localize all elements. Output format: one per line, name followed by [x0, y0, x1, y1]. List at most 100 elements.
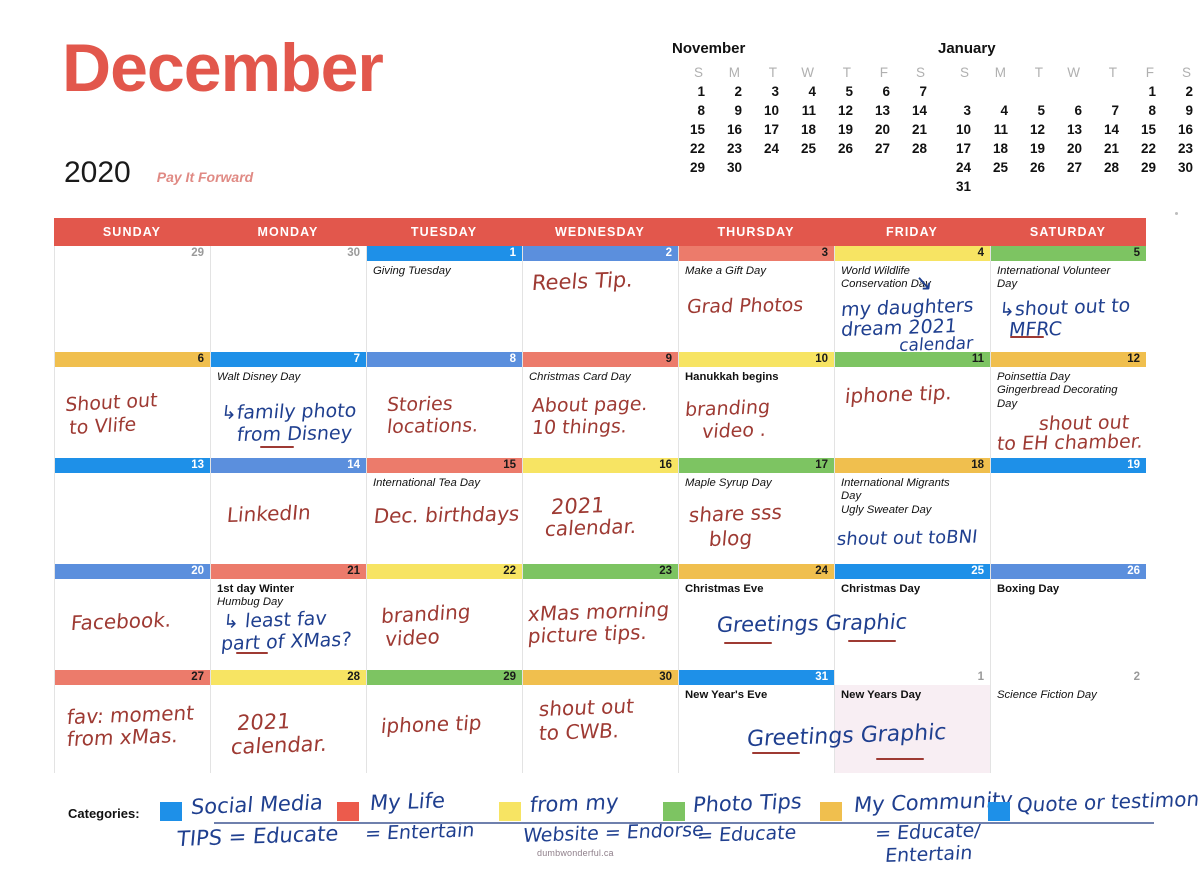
mini-day-cell[interactable]: 17	[938, 139, 975, 158]
mini-day-cell[interactable]: 1	[1123, 82, 1160, 101]
mini-day-cell[interactable]: 2	[1160, 82, 1197, 101]
day-cell-12[interactable]: 12 Poinsettia Day Gingerbread Decorating Da…	[990, 352, 1146, 458]
mini-day-cell[interactable]: 27	[1049, 158, 1086, 177]
mini-day-cell[interactable]: 7	[894, 82, 931, 101]
day-cell-28[interactable]: 28	[210, 670, 366, 773]
day-cell-21[interactable]: 21 1st day Winter Humbug Day	[210, 564, 366, 670]
mini-day-cell[interactable]: 18	[975, 139, 1012, 158]
mini-day-cell[interactable]: 4	[975, 101, 1012, 120]
mini-day-cell[interactable]: 29	[672, 158, 709, 177]
mini-day-cell[interactable]: 19	[820, 120, 857, 139]
mini-day-cell[interactable]: 20	[857, 120, 894, 139]
day-cell-10[interactable]: 10 Hanukkah begins	[678, 352, 834, 458]
day-cell-16[interactable]: 16	[522, 458, 678, 564]
mini-day-cell[interactable]: 26	[1012, 158, 1049, 177]
mini-day-cell[interactable]: 12	[1012, 120, 1049, 139]
mini-day-cell[interactable]: 16	[1160, 120, 1197, 139]
day-cell-3[interactable]: 3 Make a Gift Day	[678, 246, 834, 352]
mini-day-cell[interactable]: 25	[975, 158, 1012, 177]
mini-day-cell[interactable]: 6	[1049, 101, 1086, 120]
day-cell-14[interactable]: 14	[210, 458, 366, 564]
day-cell-9[interactable]: 9 Christmas Card Day	[522, 352, 678, 458]
mini-day-cell[interactable]: 24	[746, 139, 783, 158]
legend-swatch-2[interactable]	[499, 802, 521, 821]
mini-day-cell[interactable]: 28	[1086, 158, 1123, 177]
mini-day-cell[interactable]: 3	[938, 101, 975, 120]
day-cell-27[interactable]: 27	[54, 670, 210, 773]
mini-day-cell[interactable]: 25	[783, 139, 820, 158]
day-cell-4[interactable]: 4 World Wildlife Conservation Day	[834, 246, 990, 352]
day-cell-25[interactable]: 25 Christmas Day	[834, 564, 990, 670]
mini-day-cell[interactable]: 8	[672, 101, 709, 120]
mini-day-cell[interactable]: 20	[1049, 139, 1086, 158]
mini-day-cell[interactable]: 13	[857, 101, 894, 120]
mini-day-cell[interactable]: 12	[820, 101, 857, 120]
day-cell-18[interactable]: 18 International Migrants Day Ugly Sweater …	[834, 458, 990, 564]
day-cell-1[interactable]: 1 Giving Tuesday	[366, 246, 522, 352]
legend-swatch-3[interactable]	[663, 802, 685, 821]
mini-day-cell[interactable]: 7	[1086, 101, 1123, 120]
day-cell-26[interactable]: 26 Boxing Day	[990, 564, 1146, 670]
mini-day-cell[interactable]: 23	[1160, 139, 1197, 158]
mini-day-cell[interactable]: 22	[1123, 139, 1160, 158]
day-cell-17[interactable]: 17 Maple Syrup Day	[678, 458, 834, 564]
mini-day-cell[interactable]: 10	[746, 101, 783, 120]
day-cell-19[interactable]: 19	[990, 458, 1146, 564]
mini-day-cell[interactable]: 3	[746, 82, 783, 101]
mini-day-cell[interactable]: 9	[1160, 101, 1197, 120]
mini-day-cell[interactable]: 21	[894, 120, 931, 139]
legend-swatch-0[interactable]	[160, 802, 182, 821]
mini-day-cell[interactable]: 19	[1012, 139, 1049, 158]
mini-day-cell[interactable]: 29	[1123, 158, 1160, 177]
mini-day-cell[interactable]: 5	[1012, 101, 1049, 120]
mini-day-cell[interactable]: 27	[857, 139, 894, 158]
day-cell-30[interactable]: 30	[522, 670, 678, 773]
mini-day-cell[interactable]: 15	[1123, 120, 1160, 139]
legend-swatch-5[interactable]	[988, 802, 1010, 821]
mini-day-cell[interactable]: 30	[709, 158, 746, 177]
mini-day-cell[interactable]: 24	[938, 158, 975, 177]
day-cell-20[interactable]: 20	[54, 564, 210, 670]
mini-day-cell[interactable]: 11	[975, 120, 1012, 139]
day-cell-7[interactable]: 7 Walt Disney Day	[210, 352, 366, 458]
mini-day-cell[interactable]: 8	[1123, 101, 1160, 120]
mini-day-cell[interactable]: 14	[894, 101, 931, 120]
mini-day-cell[interactable]: 17	[746, 120, 783, 139]
day-cell-23[interactable]: 23	[522, 564, 678, 670]
mini-day-cell[interactable]: 18	[783, 120, 820, 139]
day-cell-24[interactable]: 24 Christmas Eve	[678, 564, 834, 670]
mini-day-cell[interactable]: 5	[820, 82, 857, 101]
day-cell-8[interactable]: 8	[366, 352, 522, 458]
mini-day-cell[interactable]: 1	[672, 82, 709, 101]
day-cell-30[interactable]: 30	[210, 246, 366, 352]
day-cell-6[interactable]: 6	[54, 352, 210, 458]
day-cell-22[interactable]: 22	[366, 564, 522, 670]
legend-swatch-1[interactable]	[337, 802, 359, 821]
mini-day-cell[interactable]: 16	[709, 120, 746, 139]
mini-day-cell[interactable]: 23	[709, 139, 746, 158]
day-cell-31[interactable]: 31 New Year's Eve	[678, 670, 834, 773]
legend-swatch-4[interactable]	[820, 802, 842, 821]
mini-day-cell[interactable]: 30	[1160, 158, 1197, 177]
day-cell-13[interactable]: 13	[54, 458, 210, 564]
mini-day-cell[interactable]: 28	[894, 139, 931, 158]
mini-day-cell[interactable]: 9	[709, 101, 746, 120]
day-cell-29[interactable]: 29	[366, 670, 522, 773]
day-cell-29[interactable]: 29	[54, 246, 210, 352]
day-cell-2[interactable]: 2 Science Fiction Day	[990, 670, 1146, 773]
mini-day-cell[interactable]: 11	[783, 101, 820, 120]
mini-day-cell[interactable]: 6	[857, 82, 894, 101]
mini-day-cell[interactable]: 15	[672, 120, 709, 139]
mini-day-cell[interactable]: 14	[1086, 120, 1123, 139]
mini-day-cell[interactable]: 22	[672, 139, 709, 158]
day-cell-15[interactable]: 15 International Tea Day	[366, 458, 522, 564]
mini-day-cell[interactable]: 26	[820, 139, 857, 158]
mini-day-cell[interactable]: 4	[783, 82, 820, 101]
mini-day-cell[interactable]: 10	[938, 120, 975, 139]
mini-day-cell[interactable]: 13	[1049, 120, 1086, 139]
mini-day-cell[interactable]: 21	[1086, 139, 1123, 158]
mini-day-cell[interactable]: 2	[709, 82, 746, 101]
day-cell-2[interactable]: 2	[522, 246, 678, 352]
day-cell-11[interactable]: 11	[834, 352, 990, 458]
mini-day-cell[interactable]: 31	[938, 177, 975, 196]
